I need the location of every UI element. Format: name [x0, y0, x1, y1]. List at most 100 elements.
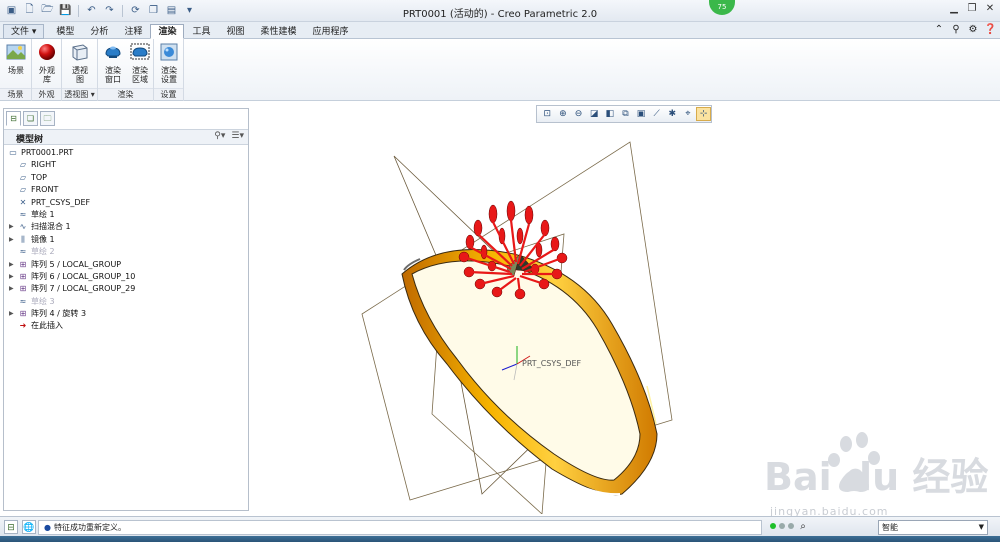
- datum-display-icon[interactable]: ⟋: [649, 107, 664, 121]
- scene-icon: [6, 44, 26, 60]
- show-navigator-icon[interactable]: ⊟: [4, 520, 18, 534]
- model-tree-node-label: RIGHT: [31, 160, 57, 170]
- selection-filter-value: 智能: [882, 523, 898, 532]
- title-bar: ▣ 🗋 🗁 💾 ↶ ↷ ⟳ ❐ ▤ ▾ PRT0001 (活动的) - Creo…: [0, 0, 1000, 22]
- find-icon[interactable]: ⌕: [795, 520, 811, 534]
- zoom-out-icon[interactable]: ⊖: [571, 107, 586, 121]
- regen-status-lights: [770, 523, 794, 529]
- expand-arrow-icon[interactable]: ▶: [9, 308, 17, 320]
- tab-applications[interactable]: 应用程序: [305, 24, 357, 39]
- model-tree-node-label: 阵列 5 / LOCAL_GROUP: [31, 259, 122, 269]
- group-perspective-text: 透视图: [64, 90, 89, 99]
- expand-arrow-icon[interactable]: ▶: [9, 221, 17, 233]
- model-tree-node[interactable]: ▶ ⊞ 阵列 4 / 旋转 3: [4, 308, 248, 320]
- message-area: ● 特征成功重新定义。: [38, 520, 762, 535]
- model-tree-node[interactable]: ≈ 草绘 2: [4, 246, 248, 258]
- tab-view[interactable]: 视图: [218, 24, 252, 39]
- model-tree-node[interactable]: ▱ TOP: [4, 172, 248, 184]
- datum-plane-icon: ▱: [19, 172, 27, 182]
- status-bar: ⊟ 🌐 ● 特征成功重新定义。 ⌕ 智能 ▼: [0, 516, 1000, 536]
- group-perspective-label[interactable]: 透视图 ▾: [62, 88, 97, 100]
- scene-button[interactable]: 场景: [2, 42, 30, 75]
- model-tree: ▭ PRT0001.PRT ▱ RIGHT ▱ TOP ▱ FRONT ✕ PRT_CSYS_DE…: [4, 147, 248, 333]
- model-tree-node[interactable]: ▶ ⊞ 阵列 7 / LOCAL_GROUP_29: [4, 283, 248, 295]
- model-tree-node[interactable]: ▭ PRT0001.PRT: [4, 147, 248, 159]
- model-tree-node[interactable]: ▶ ⊞ 阵列 6 / LOCAL_GROUP_10: [4, 271, 248, 283]
- sketch-icon: ≈: [19, 247, 27, 257]
- tab-flexible-modeling[interactable]: 柔性建模: [253, 24, 305, 39]
- pattern-icon: ⊞: [19, 259, 27, 269]
- part-icon: ▭: [9, 148, 17, 157]
- scene-button-label: 场景: [8, 66, 24, 75]
- render-setup-label: 渲染 设置: [161, 66, 177, 84]
- expand-arrow-icon[interactable]: ▶: [9, 259, 17, 271]
- model-tree-node-label: 草绘 1: [31, 209, 55, 219]
- tab-model[interactable]: 模型: [48, 24, 82, 39]
- appearance-button-label: 外观 库: [39, 66, 55, 84]
- settings-icon[interactable]: ⚙: [967, 24, 979, 35]
- group-scene-label: 场景: [0, 88, 31, 100]
- tab-analysis[interactable]: 分析: [82, 24, 116, 39]
- navigator-panel: ⊟ ❏ 🗀 模型树 ⚲▾ ☰▾ ▭ PRT0001.PRT ▱ RIGHT ▱ TOP ▱ F…: [3, 108, 249, 511]
- render-region-button[interactable]: 渲染 区域: [126, 42, 154, 84]
- tab-tools[interactable]: 工具: [184, 24, 218, 39]
- model-tree-node[interactable]: ▶ ⊞ 阵列 5 / LOCAL_GROUP: [4, 259, 248, 271]
- model-tree-node-label: 阵列 6 / LOCAL_GROUP_10: [31, 271, 136, 281]
- expand-arrow-icon[interactable]: ▶: [9, 271, 17, 283]
- annotation-display-icon[interactable]: ⌖: [681, 107, 696, 121]
- insert-arrow-icon: ➜: [19, 321, 27, 331]
- selection-filter-dropdown[interactable]: 智能 ▼: [878, 520, 988, 535]
- expand-arrow-icon[interactable]: ▶: [9, 234, 17, 246]
- model-tree-node[interactable]: ▱ FRONT: [4, 184, 248, 196]
- render-setup-button[interactable]: 渲染 设置: [155, 42, 183, 84]
- tab-annotate[interactable]: 注释: [116, 24, 150, 39]
- tree-filter-icon[interactable]: ⚲▾: [214, 131, 225, 141]
- repaint-icon[interactable]: ◪: [587, 107, 602, 121]
- tab-render[interactable]: 渲染: [150, 24, 185, 39]
- model-tree-node[interactable]: ▶ ⫼ 镜像 1: [4, 234, 248, 246]
- sketch-icon: ≈: [19, 296, 27, 306]
- view-manager-icon[interactable]: ▣: [634, 107, 649, 121]
- spin-center-icon[interactable]: ✱: [665, 107, 680, 121]
- model-tree-node[interactable]: ≈ 草绘 1: [4, 209, 248, 221]
- status-message: 特征成功重新定义。: [53, 523, 126, 532]
- perspective-icon: [72, 44, 88, 61]
- window-title: PRT0001 (活动的) - Creo Parametric 2.0: [402, 9, 598, 20]
- layers-tab-icon[interactable]: ❏: [23, 111, 38, 126]
- model-tree-node[interactable]: ▶ ∿ 扫描混合 1: [4, 221, 248, 233]
- minimize-icon[interactable]: ▁: [948, 3, 960, 15]
- folder-browser-tab-icon[interactable]: 🗀: [40, 111, 55, 126]
- model-tree-node[interactable]: ➜ 在此插入: [4, 320, 248, 332]
- window-controls: ▁ ❐ ✕: [948, 3, 996, 15]
- tab-file[interactable]: 文件 ▾: [3, 24, 45, 39]
- show-browser-icon[interactable]: 🌐: [22, 520, 36, 534]
- csys-display-icon[interactable]: ⊹: [696, 107, 712, 121]
- perspective-view-button[interactable]: 透视 图: [66, 42, 94, 84]
- os-taskbar: [0, 536, 1000, 542]
- zoom-in-icon[interactable]: ⊕: [556, 107, 571, 121]
- model-tree-node-label: 草绘 2: [31, 247, 55, 257]
- datum-plane-icon: ▱: [19, 185, 27, 195]
- model-tree-node[interactable]: ≈ 草绘 3: [4, 296, 248, 308]
- model-tree-title: 模型树: [16, 135, 44, 145]
- collapse-ribbon-icon[interactable]: ⌃: [933, 24, 945, 35]
- model-tree-node[interactable]: ✕ PRT_CSYS_DEF: [4, 197, 248, 209]
- refit-icon[interactable]: ⊡: [540, 107, 555, 121]
- help-icon[interactable]: ❓: [984, 24, 996, 35]
- restore-icon[interactable]: ❐: [966, 3, 978, 15]
- render-window-button[interactable]: 渲染 窗口: [99, 42, 127, 84]
- render-setup-icon: [160, 43, 178, 61]
- appearance-gallery-button[interactable]: 外观 库: [33, 42, 61, 84]
- display-style-icon[interactable]: ◧: [603, 107, 618, 121]
- close-icon[interactable]: ✕: [984, 3, 996, 15]
- expand-arrow-icon[interactable]: ▶: [9, 283, 17, 295]
- ring-model: [401, 249, 658, 496]
- mirror-icon: ⫼: [21, 234, 25, 244]
- ribbon-tab-row: 文件 ▾ 模型 分析 注释 渲染 工具 视图 柔性建模 应用程序 ⌃ ⚲ ⚙ ❓: [0, 22, 1000, 39]
- model-tree-node[interactable]: ▱ RIGHT: [4, 159, 248, 171]
- tree-settings-icon[interactable]: ☰▾: [231, 131, 244, 141]
- search-icon[interactable]: ⚲: [950, 24, 962, 35]
- saved-orientations-icon[interactable]: ⧉: [618, 107, 633, 121]
- model-tree-header: 模型树 ⚲▾ ☰▾: [4, 129, 248, 145]
- model-tree-tab-icon[interactable]: ⊟: [6, 111, 21, 126]
